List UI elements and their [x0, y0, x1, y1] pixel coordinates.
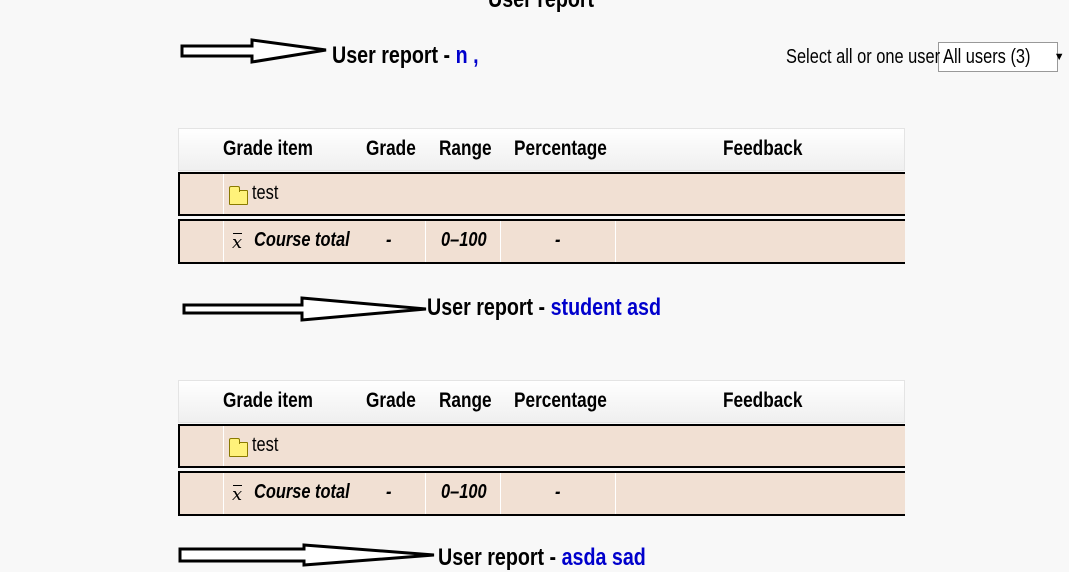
user-name-link[interactable]: n ,	[456, 42, 479, 69]
column-header: Feedback	[723, 137, 803, 160]
select-label: Select all or one user	[786, 45, 941, 68]
column-header: Feedback	[723, 389, 803, 412]
grade-table: Grade item Grade Range Percentage Feedba…	[178, 128, 905, 264]
grade-table: Grade item Grade Range Percentage Feedba…	[178, 380, 905, 516]
course-total-row: x Course total - 0–100 -	[178, 219, 905, 264]
user-select[interactable]: All users (3) ▼	[938, 42, 1065, 72]
course-total-label: Course total	[254, 229, 350, 251]
user-name-link[interactable]: student asd	[551, 294, 661, 321]
column-header: Grade item	[223, 137, 313, 160]
column-header: Grade	[366, 137, 416, 160]
folder-icon	[229, 186, 248, 205]
course-total-range: 0–100	[441, 229, 487, 251]
course-total-range: 0–100	[441, 481, 487, 503]
mean-icon: x	[232, 232, 243, 253]
course-total-label: Course total	[254, 481, 350, 503]
course-total-grade: -	[386, 229, 392, 251]
report-heading: User report - student asd	[427, 294, 662, 321]
arrow-icon	[182, 296, 427, 322]
column-header: Range	[439, 389, 492, 412]
category-row: test	[178, 172, 905, 216]
table-header: Grade item Grade Range Percentage Feedba…	[178, 128, 905, 171]
table-header: Grade item Grade Range Percentage Feedba…	[178, 380, 905, 423]
course-total-percentage: -	[555, 481, 561, 503]
user-select-value: All users (3)	[943, 45, 1031, 68]
user-name-link[interactable]: asda sad	[562, 544, 646, 571]
column-header: Range	[439, 137, 492, 160]
column-header: Percentage	[514, 389, 607, 412]
arrow-icon	[178, 543, 435, 567]
course-total-row: x Course total - 0–100 -	[178, 471, 905, 516]
chevron-down-icon: ▼	[1053, 51, 1065, 63]
category-name: test	[252, 434, 279, 456]
column-header: Grade item	[223, 389, 313, 412]
category-name: test	[252, 182, 279, 204]
arrow-icon	[180, 38, 327, 64]
category-row: test	[178, 424, 905, 468]
report-heading: User report - n ,	[332, 42, 479, 69]
mean-icon: x	[232, 484, 243, 505]
user-select-control: Select all or one user All users (3) ▼	[786, 42, 1065, 72]
page-title: User report	[488, 0, 617, 14]
course-total-grade: -	[386, 481, 392, 503]
report-heading: User report - asda sad	[438, 544, 646, 571]
column-header: Grade	[366, 389, 416, 412]
folder-icon	[229, 438, 248, 457]
course-total-percentage: -	[555, 229, 561, 251]
column-header: Percentage	[514, 137, 607, 160]
